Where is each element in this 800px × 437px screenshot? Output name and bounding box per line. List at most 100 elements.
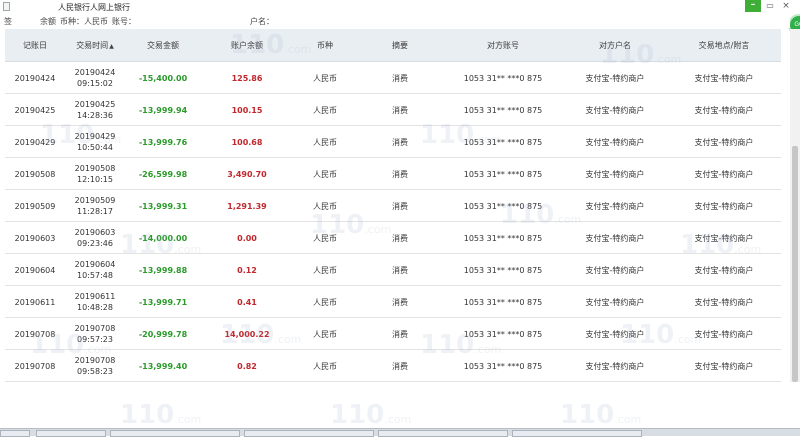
amount-cell: -15,400.00 — [138, 73, 188, 83]
trans-clock-text: 10:50:44 — [77, 143, 113, 152]
summary-cell: 消费 — [392, 169, 408, 179]
balance-cell: 0.41 — [237, 297, 257, 307]
amount-cell: -14,000.00 — [138, 233, 188, 243]
trans-date-text: 20190603 — [74, 228, 116, 237]
place-cell: 支付宝-特约商户 — [694, 137, 754, 147]
col-header-counter-name[interactable]: 对方户名 — [563, 29, 667, 62]
place-cell: 支付宝-特约商户 — [694, 73, 754, 83]
amount-cell: -20,999.78 — [138, 329, 188, 339]
trans-date-text: 20190508 — [74, 164, 116, 173]
table-row[interactable]: 20190611 20190611 10:48:28 -13,999.71 0.41 人民… — [5, 286, 781, 318]
trans-date-text: 20190424 — [74, 68, 116, 77]
post-date-cell: 20190708 — [14, 329, 56, 339]
summary-cell: 消费 — [392, 137, 408, 147]
place-cell: 支付宝-特约商户 — [694, 201, 754, 211]
trans-time-cell: 20190708 09:58:23 — [65, 350, 125, 382]
trans-clock-text: 10:57:48 — [77, 271, 113, 280]
post-date-cell: 20190611 — [14, 297, 56, 307]
trans-time-cell: 20190708 09:57:23 — [65, 318, 125, 350]
summary-cell: 消费 — [392, 73, 408, 83]
balance-cell: 14,000.22 — [224, 329, 270, 339]
amount-cell: -13,999.31 — [138, 201, 188, 211]
counter-account-cell: 1053 31** ***0 875 — [463, 169, 543, 179]
post-date-cell: 20190424 — [14, 73, 56, 83]
close-button[interactable]: × — [779, 0, 793, 12]
amount-cell: -26,599.98 — [138, 169, 188, 179]
balance-cell: 125.86 — [231, 73, 263, 83]
place-cell: 支付宝-特约商户 — [694, 169, 754, 179]
currency-cell: 人民币 — [313, 169, 337, 179]
window-title: 人民银行人网上银行 — [58, 3, 130, 12]
trans-date-text: 20190509 — [74, 196, 116, 205]
table-row[interactable]: 20190604 20190604 10:57:48 -13,999.88 0.12 人民… — [5, 254, 781, 286]
summary-cell: 消费 — [392, 361, 408, 371]
counter-account-cell: 1053 31** ***0 875 — [463, 105, 543, 115]
table-row[interactable]: 20190708 20190708 09:58:23 -13,999.40 0.82 人民… — [5, 350, 781, 382]
trans-clock-text: 09:15:02 — [77, 79, 113, 88]
minimize-button[interactable]: – — [745, 0, 761, 12]
counter-name-cell: 支付宝-特约商户 — [585, 233, 645, 243]
transaction-table: 记账日 交易时间▲ 交易金额 账户余额 币种 摘要 对方账号 对方户名 交易地点… — [5, 29, 781, 382]
table-row[interactable]: 20190425 20190425 14:28:36 -13,999.94 100.15… — [5, 94, 781, 126]
currency-cell: 人民币 — [313, 137, 337, 147]
balance-cell: 100.68 — [231, 137, 263, 147]
taskbar — [0, 428, 800, 437]
counter-account-cell: 1053 31** ***0 875 — [463, 233, 543, 243]
post-date-cell: 20190425 — [14, 105, 56, 115]
table-row[interactable]: 20190508 20190508 12:10:15 -26,599.98 3,490.… — [5, 158, 781, 190]
post-date-cell: 20190603 — [14, 233, 56, 243]
amount-cell: -13,999.88 — [138, 265, 188, 275]
counter-account-cell: 1053 31** ***0 875 — [463, 297, 543, 307]
trans-clock-text: 14:28:36 — [77, 111, 113, 120]
account-info-bar: 签 余额 币种：人民币 账号： 户名： — [0, 14, 790, 28]
trans-clock-text: 10:48:28 — [77, 303, 113, 312]
counter-account-cell: 1053 31** ***0 875 — [463, 265, 543, 275]
bank-window: 人民银行人网上银行 – ▭ × GO 签 余额 币种：人民币 账号： 户名： 记… — [0, 0, 800, 437]
table-row[interactable]: 20190429 20190429 10:50:44 -13,999.76 100.68… — [5, 126, 781, 158]
table-row[interactable]: 20190603 20190603 09:23:46 -14,000.00 0.00 人民… — [5, 222, 781, 254]
info-sign-label: 签 — [4, 17, 12, 26]
counter-name-cell: 支付宝-特约商户 — [585, 169, 645, 179]
balance-cell: 0.12 — [237, 265, 257, 275]
scrollbar-thumb[interactable] — [792, 146, 798, 382]
col-header-summary[interactable]: 摘要 — [357, 29, 443, 62]
trans-date-text: 20190429 — [74, 132, 116, 141]
counter-name-cell: 支付宝-特约商户 — [585, 201, 645, 211]
trans-time-cell: 20190429 10:50:44 — [65, 126, 125, 158]
vertical-scrollbar[interactable] — [790, 29, 800, 382]
post-date-cell: 20190604 — [14, 265, 56, 275]
sort-icon[interactable]: ▲ — [109, 43, 114, 50]
trans-clock-text: 09:58:23 — [77, 367, 113, 376]
counter-name-cell: 支付宝-特约商户 — [585, 361, 645, 371]
col-header-post-date[interactable]: 记账日 — [5, 29, 65, 62]
summary-cell: 消费 — [392, 201, 408, 211]
col-header-amount[interactable]: 交易金额 — [125, 29, 201, 62]
post-date-cell: 20190708 — [14, 361, 56, 371]
col-header-currency[interactable]: 币种 — [293, 29, 357, 62]
counter-name-cell: 支付宝-特约商户 — [585, 73, 645, 83]
col-header-trans-time-label: 交易时间 — [76, 41, 109, 50]
col-header-trans-time[interactable]: 交易时间▲ — [65, 29, 125, 62]
redacted-area — [146, 15, 246, 26]
post-date-cell: 20190508 — [14, 169, 56, 179]
amount-cell: -13,999.40 — [138, 361, 188, 371]
table-row[interactable]: 20190509 20190509 11:28:17 -13,999.31 1,291.… — [5, 190, 781, 222]
col-header-counter-account[interactable]: 对方账号 — [443, 29, 563, 62]
trans-date-text: 20190604 — [74, 260, 116, 269]
watermark-text: 110.com — [120, 400, 202, 430]
col-header-place[interactable]: 交易地点/附言 — [667, 29, 781, 62]
trans-date-text: 20190708 — [74, 356, 116, 365]
place-cell: 支付宝-特约商户 — [694, 105, 754, 115]
amount-cell: -13,999.94 — [138, 105, 188, 115]
table-row[interactable]: 20190424 20190424 09:15:02 -15,400.00 125.86… — [5, 62, 781, 94]
info-holder-label: 户名： — [250, 17, 274, 26]
col-header-balance[interactable]: 账户余额 — [201, 29, 293, 62]
summary-cell: 消费 — [392, 297, 408, 307]
currency-cell: 人民币 — [313, 297, 337, 307]
restore-button[interactable]: ▭ — [763, 0, 777, 12]
currency-cell: 人民币 — [313, 329, 337, 339]
table-row[interactable]: 20190708 20190708 09:57:23 -20,999.78 14,000… — [5, 318, 781, 350]
trans-date-text: 20190708 — [74, 324, 116, 333]
balance-cell: 0.82 — [237, 361, 257, 371]
counter-account-cell: 1053 31** ***0 875 — [463, 329, 543, 339]
